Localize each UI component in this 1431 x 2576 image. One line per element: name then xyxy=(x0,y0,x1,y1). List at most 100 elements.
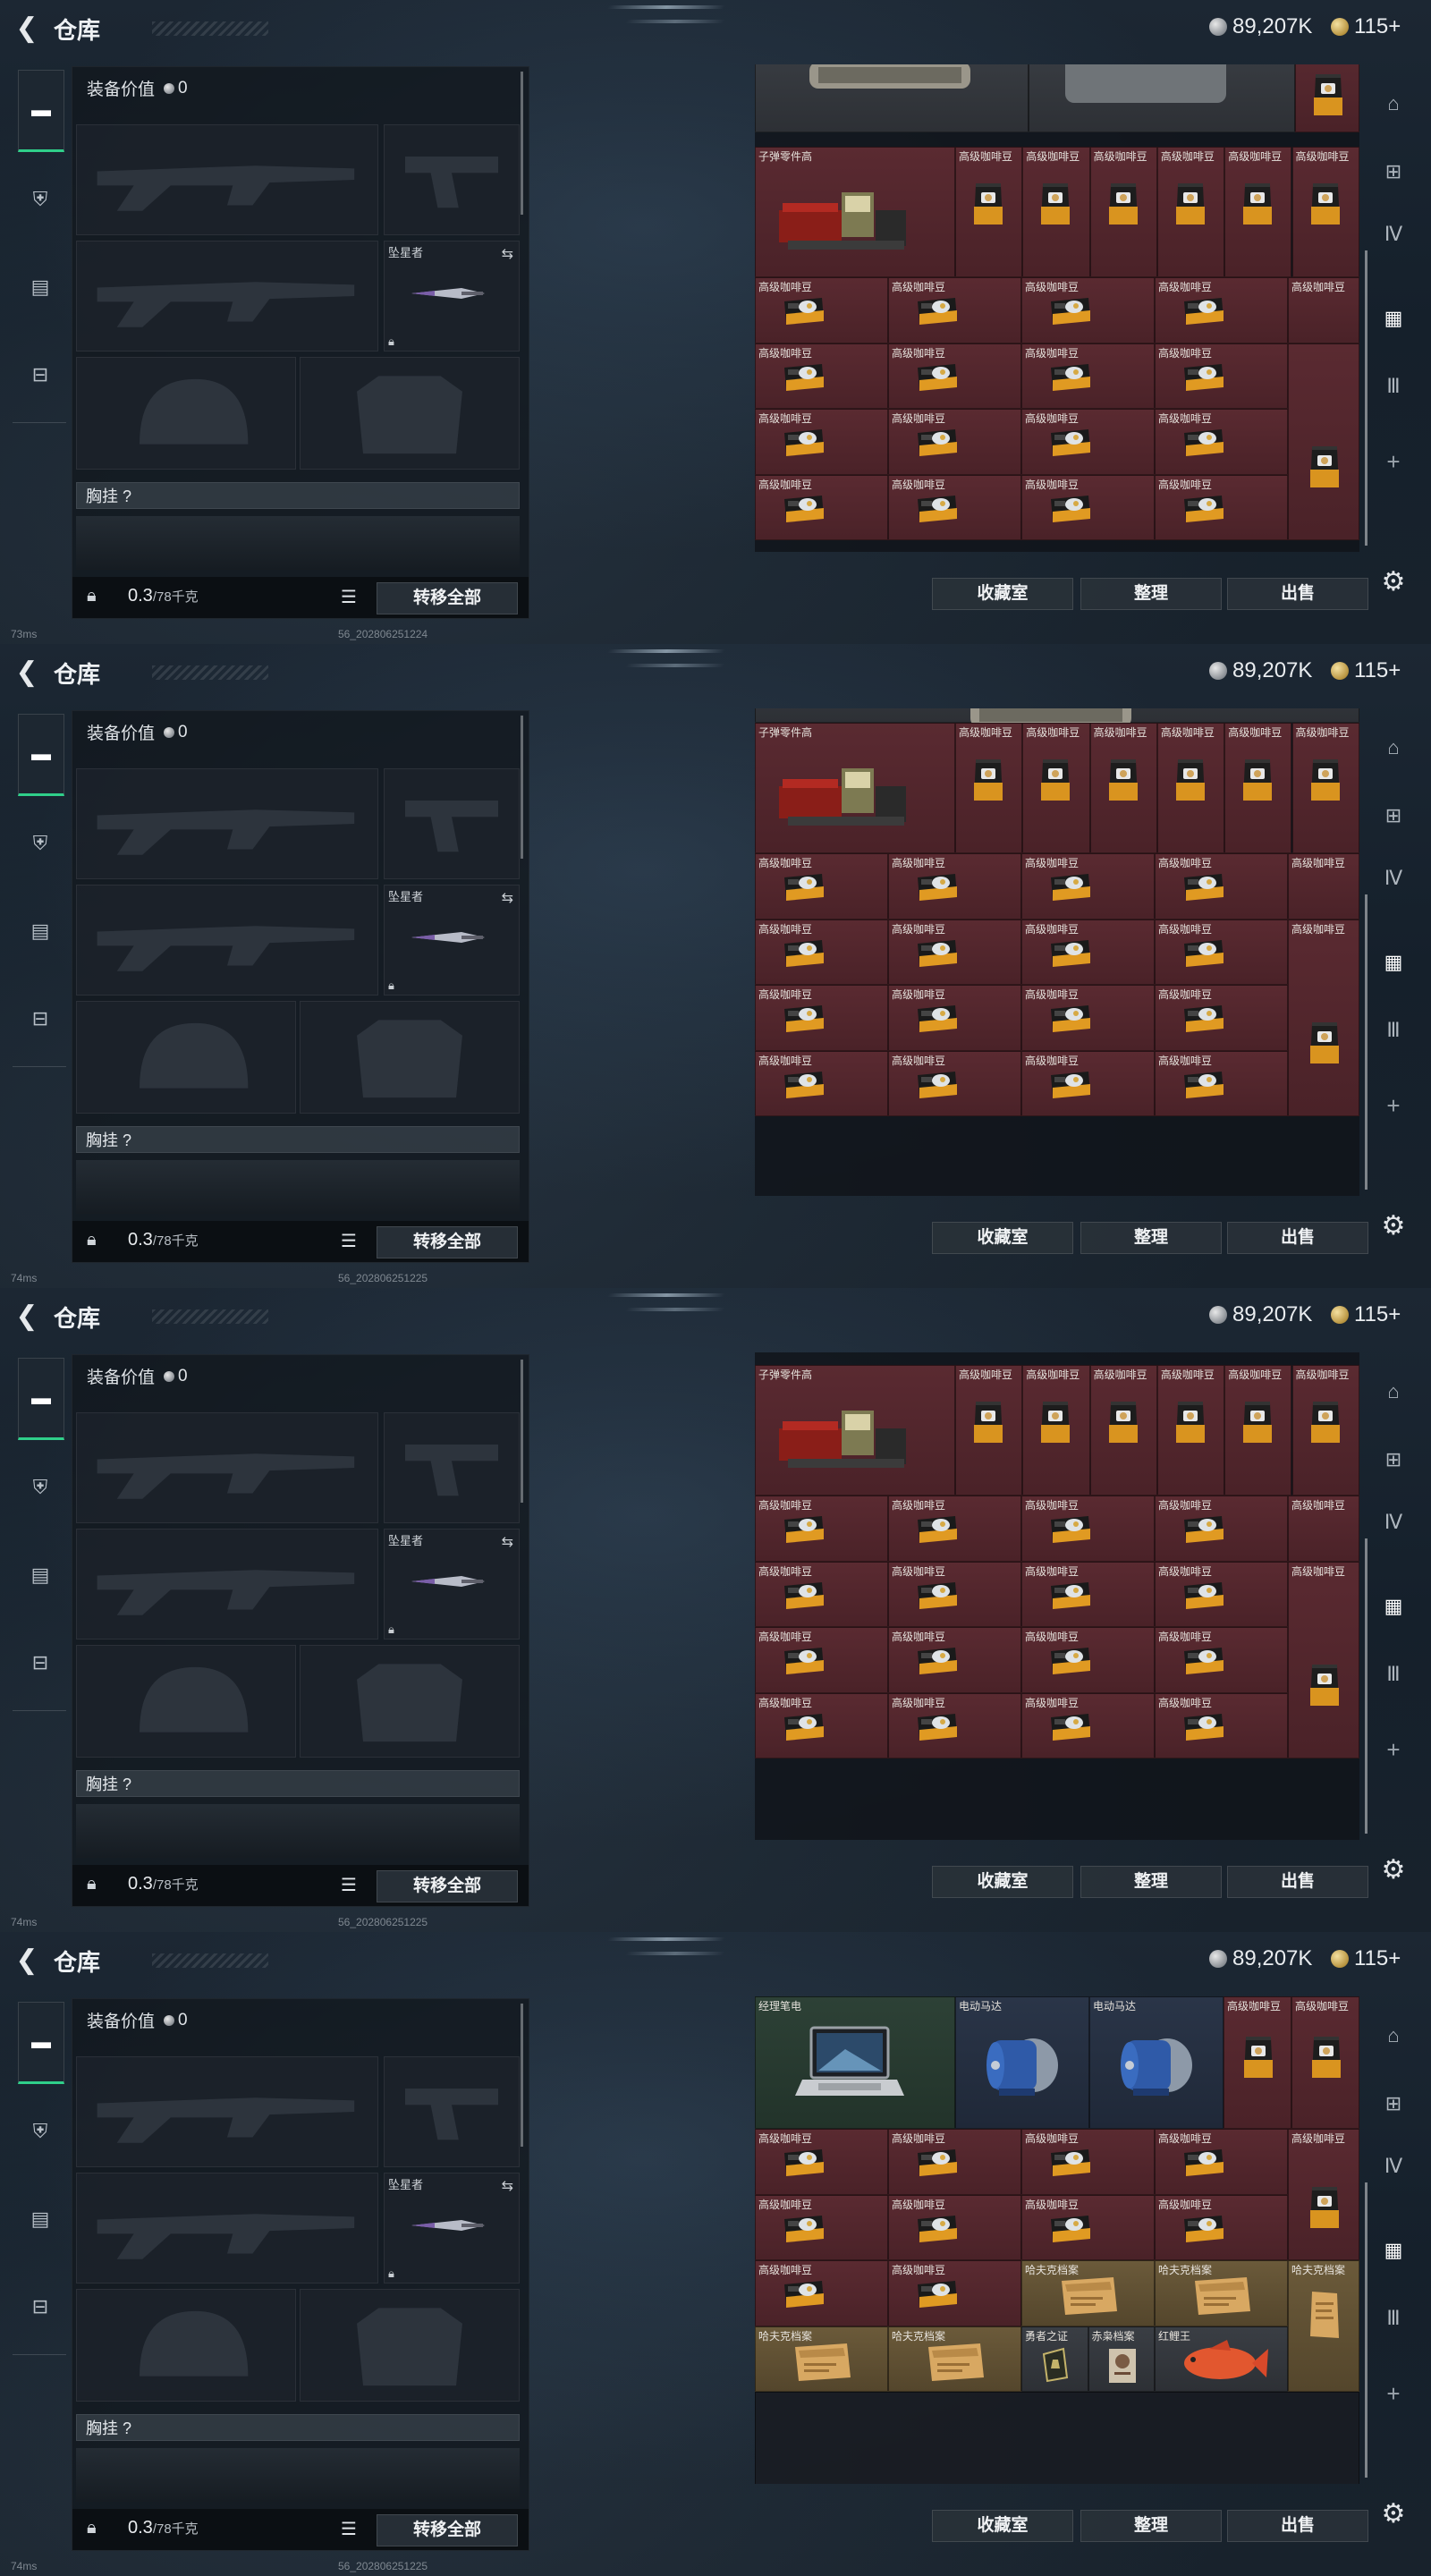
list-icon[interactable]: ☰ xyxy=(341,1874,357,1896)
storage-item[interactable]: 高级咖啡豆 xyxy=(1224,723,1292,853)
storage-item[interactable]: 高级咖啡豆 xyxy=(1156,147,1225,277)
storage-item[interactable]: 高级咖啡豆 xyxy=(1021,1692,1155,1758)
storage-item[interactable]: 高级咖啡豆 xyxy=(755,919,888,985)
silver-currency[interactable]: 89,207K xyxy=(1209,1946,1312,1971)
tab-vest[interactable]: ▤ xyxy=(18,2197,63,2241)
tab-vest[interactable]: ▤ xyxy=(18,1553,63,1597)
storage-item[interactable]: 高级咖啡豆 xyxy=(1155,343,1288,409)
rail-case-4-icon[interactable]: Ⅲ xyxy=(1377,2302,1410,2334)
collection-button[interactable]: 收藏室 xyxy=(932,578,1073,610)
settings-gear-icon[interactable]: ⚙ xyxy=(1377,2497,1410,2529)
sidearm-slot[interactable] xyxy=(384,2056,520,2167)
tab-vest[interactable]: ▤ xyxy=(18,909,63,953)
tab-armor[interactable]: ⛨ xyxy=(18,821,63,866)
list-icon[interactable]: ☰ xyxy=(341,586,357,608)
storage-item[interactable]: 高级咖啡豆 xyxy=(1021,1496,1155,1562)
storage-item[interactable]: 高级咖啡豆 xyxy=(1155,1692,1288,1758)
rail-case-4-icon[interactable]: Ⅲ xyxy=(1377,370,1410,402)
storage-item[interactable]: 高级咖啡豆 xyxy=(1155,919,1288,985)
storage-item[interactable]: 高级咖啡豆 xyxy=(888,1692,1021,1758)
chest-rig-header[interactable]: 胸挂 ? xyxy=(76,1770,520,1797)
storage-item[interactable]: 高级咖啡豆 xyxy=(1021,2129,1155,2195)
storage-item[interactable]: 高级咖啡豆 xyxy=(1089,1365,1157,1496)
organize-button[interactable]: 整理 xyxy=(1080,2510,1222,2542)
storage-item[interactable]: 高级咖啡豆 xyxy=(755,2129,888,2195)
rail-case-1-icon[interactable]: ⊞ xyxy=(1377,800,1410,832)
tab-backpack[interactable]: ⊟ xyxy=(18,352,63,397)
storage-item[interactable]: 子弹零件高 xyxy=(755,1365,955,1496)
storage-item[interactable]: 高级咖啡豆 xyxy=(888,2129,1021,2195)
add-storage-icon[interactable]: + xyxy=(1377,1089,1410,1122)
storage-item[interactable]: 高级咖啡豆 xyxy=(1224,147,1292,277)
rail-case-1-icon[interactable]: ⊞ xyxy=(1377,1444,1410,1476)
sidearm-slot[interactable] xyxy=(384,1412,520,1523)
swap-icon[interactable]: ⇆ xyxy=(502,889,513,907)
melee-slot[interactable]: 坠星者 ⇆ 🔒︎ xyxy=(384,2173,520,2284)
rail-case-4-icon[interactable]: Ⅲ xyxy=(1377,1014,1410,1046)
storage-scrollbar[interactable] xyxy=(1365,894,1367,1190)
storage-item[interactable]: 高级咖啡豆 xyxy=(1291,723,1359,853)
storage-item[interactable]: 高级咖啡豆 xyxy=(888,1050,1021,1116)
storage-item[interactable]: 高级咖啡豆 xyxy=(888,474,1021,540)
primary-weapon-slot[interactable] xyxy=(76,1412,378,1523)
tab-armor[interactable]: ⛨ xyxy=(18,177,63,222)
swap-icon[interactable]: ⇆ xyxy=(502,2177,513,2195)
equipment-scrollbar[interactable] xyxy=(521,72,523,215)
storage-item[interactable]: 高级咖啡豆 xyxy=(1021,919,1155,985)
equipment-scrollbar[interactable] xyxy=(521,1360,523,1503)
storage-item[interactable] xyxy=(1288,343,1359,540)
storage-scrollbar[interactable] xyxy=(1365,1538,1367,1834)
helmet-slot[interactable] xyxy=(76,1645,296,1758)
storage-item[interactable]: 高级咖啡豆 xyxy=(755,1627,888,1693)
storage-item[interactable]: 高级咖啡豆 xyxy=(1021,853,1155,919)
storage-item[interactable]: 高级咖啡豆 xyxy=(1155,1050,1288,1116)
tab-vest[interactable]: ▤ xyxy=(18,265,63,309)
collection-button[interactable]: 收藏室 xyxy=(932,2510,1073,2542)
storage-item[interactable]: 高级咖啡豆 xyxy=(1022,723,1090,853)
sell-button[interactable]: 出售 xyxy=(1227,1866,1368,1898)
storage-item[interactable]: 电动马达 xyxy=(1089,1996,1224,2129)
storage-item[interactable]: 高级咖啡豆 xyxy=(1021,2194,1155,2260)
storage-item[interactable]: 高级咖啡豆 xyxy=(1021,985,1155,1051)
storage-item[interactable]: 高级咖啡豆 xyxy=(1021,474,1155,540)
storage-item[interactable]: 高级咖啡豆 xyxy=(1291,1996,1359,2129)
storage-item[interactable]: 子弹零件高 xyxy=(755,723,955,853)
list-icon[interactable]: ☰ xyxy=(341,1230,357,1252)
gold-currency[interactable]: 115+ xyxy=(1331,1302,1401,1327)
swap-icon[interactable]: ⇆ xyxy=(502,245,513,263)
melee-slot[interactable]: 坠星者 ⇆ 🔒︎ xyxy=(384,241,520,352)
equipment-scrollbar[interactable] xyxy=(521,716,523,859)
storage-item[interactable]: 高级咖啡豆 xyxy=(888,343,1021,409)
storage-item[interactable]: 哈夫克档案 xyxy=(1155,2260,1288,2326)
storage-item[interactable]: 高级咖啡豆 xyxy=(1022,147,1090,277)
storage-item[interactable]: 高级咖啡豆 xyxy=(888,1561,1021,1627)
settings-gear-icon[interactable]: ⚙ xyxy=(1377,1853,1410,1885)
helmet-slot[interactable] xyxy=(76,2289,296,2402)
transfer-all-button[interactable]: 转移全部 xyxy=(377,582,518,614)
rail-case-1-icon[interactable]: ⊞ xyxy=(1377,156,1410,188)
storage-item[interactable]: 高级咖啡豆 xyxy=(755,474,888,540)
storage-item[interactable]: 子弹零件高 xyxy=(755,147,955,277)
storage-item[interactable]: 高级咖啡豆 xyxy=(755,409,888,475)
chest-rig-header[interactable]: 胸挂 ? xyxy=(76,2414,520,2441)
storage-item[interactable]: 红鲤王 xyxy=(1155,2326,1288,2392)
collection-button[interactable]: 收藏室 xyxy=(932,1222,1073,1254)
storage-item[interactable]: 高级咖啡豆 xyxy=(1022,1365,1090,1496)
organize-button[interactable]: 整理 xyxy=(1080,1222,1222,1254)
rail-safe-icon[interactable]: ⌂ xyxy=(1377,2020,1410,2052)
storage-item[interactable] xyxy=(755,64,1029,132)
storage-item[interactable]: 高级咖啡豆 xyxy=(1021,1050,1155,1116)
rail-case-2-icon[interactable]: Ⅳ xyxy=(1377,862,1410,894)
gold-currency[interactable]: 115+ xyxy=(1331,14,1401,39)
tab-armor[interactable]: ⛨ xyxy=(18,2109,63,2154)
tab-weapons[interactable]: ▬ xyxy=(18,1358,64,1440)
secondary-weapon-slot[interactable] xyxy=(76,1529,378,1640)
storage-item[interactable]: 高级咖啡豆 xyxy=(755,1496,888,1562)
add-storage-icon[interactable]: + xyxy=(1377,2377,1410,2410)
storage-item[interactable]: 高级咖啡豆 xyxy=(1291,1365,1359,1496)
storage-item[interactable]: 高级咖啡豆 xyxy=(1021,1627,1155,1693)
body-armor-slot[interactable] xyxy=(300,1645,520,1758)
transfer-all-button[interactable]: 转移全部 xyxy=(377,2514,518,2546)
rail-case-2-icon[interactable]: Ⅳ xyxy=(1377,218,1410,250)
storage-item[interactable]: 高级咖啡豆 xyxy=(755,277,888,343)
